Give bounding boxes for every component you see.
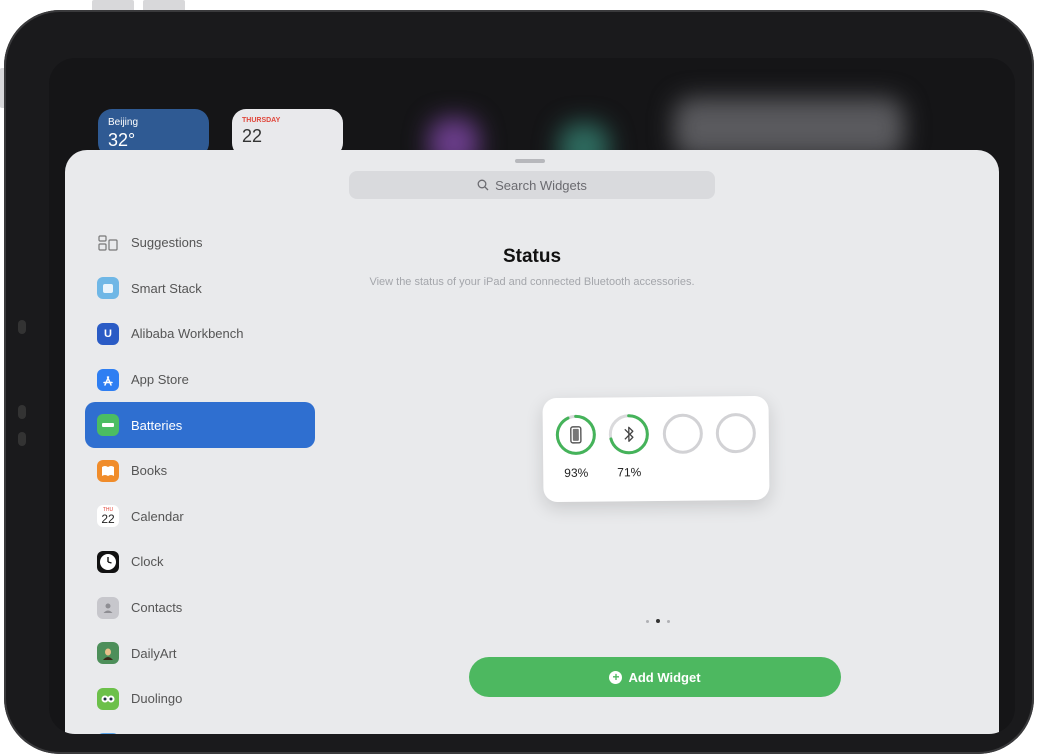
sidebar-item-books[interactable]: Books: [85, 448, 315, 494]
page-indicator[interactable]: [638, 618, 678, 624]
widget-description: View the status of your iPad and connect…: [369, 276, 695, 288]
sidebar-item-dailyart[interactable]: DailyArt: [85, 630, 315, 676]
weather-temp: 32°: [108, 130, 136, 150]
page-dot-active: [656, 619, 660, 623]
sidebar-item-label: App Store: [131, 372, 189, 388]
battery-percent-ipad: 93%: [564, 465, 589, 480]
calendar-icon: THU 22: [97, 505, 119, 528]
smart-stack-icon: [97, 277, 119, 300]
sidebar-item-label: Calendar: [131, 508, 184, 524]
contacts-icon: [97, 596, 119, 619]
alibaba-icon: U: [97, 322, 119, 345]
battery-percent-bluetooth: 71%: [617, 465, 642, 480]
sidebar-item-batteries[interactable]: Batteries: [85, 402, 315, 448]
duolingo-icon: [97, 687, 119, 710]
sidebar-item-label: Books: [131, 463, 168, 479]
sidebar-item-calendar[interactable]: THU 22 Calendar: [85, 494, 315, 540]
side-sensor: [18, 320, 26, 334]
sidebar-item-next[interactable]: [85, 722, 315, 734]
calendar-date: 22: [242, 126, 263, 146]
books-icon: [97, 459, 119, 482]
sidebar-item-label: Batteries: [131, 417, 183, 433]
sidebar-item-label: Duolingo: [131, 691, 183, 707]
sheet-grabber[interactable]: [515, 159, 545, 163]
page-dot: [667, 619, 670, 623]
sidebar-item-label: Clock: [131, 554, 164, 570]
sidebar-item-clock[interactable]: Clock: [85, 539, 315, 585]
widget-gallery-sheet: Search Widgets Suggestions Smart Stack U: [65, 150, 999, 734]
dailyart-icon: [97, 642, 119, 665]
clock-icon: [97, 550, 119, 573]
sidebar-item-label: Suggestions: [131, 235, 203, 251]
app-store-icon: [97, 368, 119, 391]
calendar-icon-date: 22: [101, 511, 115, 526]
ipad-frame: Beijing 32° THURSDAY 22 Search Widgets S…: [4, 10, 1034, 754]
plus-circle-icon: +: [609, 670, 623, 684]
calendar-day: THURSDAY: [242, 117, 281, 124]
sidebar-item-label: Smart Stack: [131, 280, 202, 296]
sidebar-item-label: Contacts: [131, 600, 183, 616]
batteries-widget-preview[interactable]: 93% 71%: [542, 395, 770, 503]
app-icon: [97, 733, 119, 734]
battery-ring-empty: [715, 412, 757, 454]
ipad-screen: Beijing 32° THURSDAY 22 Search Widgets S…: [49, 58, 1015, 734]
widget-title: Status: [502, 246, 562, 267]
sidebar-item-label: DailyArt: [131, 645, 177, 661]
sidebar-item-alibaba-workbench[interactable]: U Alibaba Workbench: [85, 311, 315, 357]
weather-city: Beijing: [108, 117, 139, 128]
battery-ring-empty: [662, 412, 704, 454]
sidebar-item-app-store[interactable]: App Store: [85, 357, 315, 403]
sidebar-item-suggestions[interactable]: Suggestions: [85, 220, 315, 266]
blurred-widget: [674, 98, 904, 158]
search-placeholder: Search Widgets: [495, 177, 587, 193]
add-widget-button[interactable]: + Add Widget: [469, 657, 841, 697]
widget-app-list: Suggestions Smart Stack U Alibaba Workbe…: [85, 220, 315, 734]
battery-ring-bluetooth: [608, 413, 650, 455]
sidebar-item-duolingo[interactable]: Duolingo: [85, 676, 315, 722]
sidebar-item-label: Alibaba Workbench: [131, 326, 244, 342]
suggestions-icon: [97, 232, 119, 254]
page-dot: [646, 619, 649, 623]
search-widgets-field[interactable]: Search Widgets: [349, 171, 715, 199]
side-sensor: [18, 432, 26, 446]
sidebar-item-smart-stack[interactable]: Smart Stack: [85, 266, 315, 312]
search-icon: [477, 179, 489, 191]
batteries-icon: [97, 414, 119, 437]
battery-ring-ipad: [555, 414, 597, 456]
side-sensor: [18, 405, 26, 419]
add-widget-label: Add Widget: [628, 669, 701, 685]
sidebar-item-contacts[interactable]: Contacts: [85, 585, 315, 631]
